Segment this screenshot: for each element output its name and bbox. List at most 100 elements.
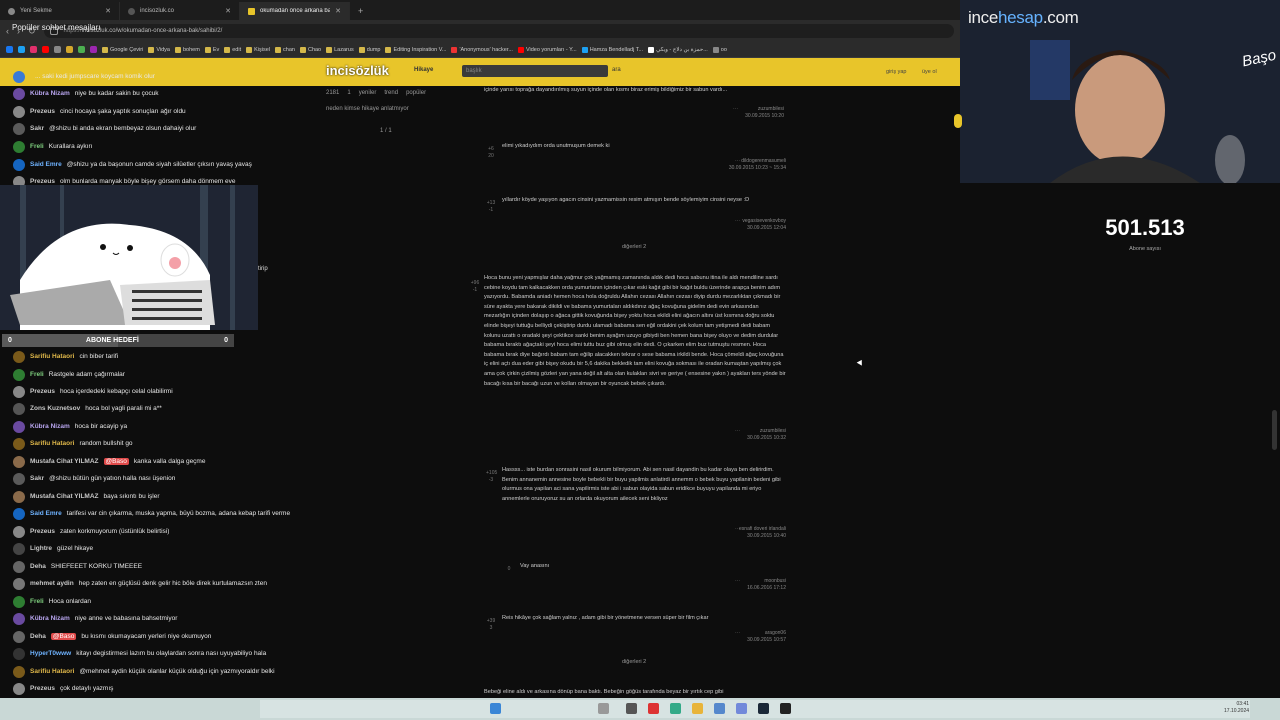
avatar[interactable]	[13, 630, 25, 643]
avatar[interactable]	[13, 577, 25, 590]
tab-popular[interactable]: popüler	[406, 90, 426, 96]
chat-username[interactable]: Deha	[30, 633, 46, 640]
close-icon[interactable]: ✕	[335, 7, 341, 15]
vote-count[interactable]: +13 -1	[486, 200, 496, 214]
avatar[interactable]	[13, 665, 25, 678]
chat-username[interactable]: Zons Kuznetsov	[30, 405, 80, 412]
bookmark-icon[interactable]	[90, 46, 97, 53]
chat-username[interactable]: Freli	[30, 143, 44, 150]
chat-mention[interactable]: @Baso	[50, 633, 77, 640]
avatar[interactable]	[13, 122, 25, 135]
tab-trend[interactable]: trend	[384, 90, 398, 96]
obs-icon[interactable]	[780, 703, 791, 714]
close-icon[interactable]: ✕	[105, 7, 111, 15]
avatar[interactable]	[13, 350, 25, 363]
more-icon[interactable]: ···	[735, 218, 740, 225]
search-icon[interactable]	[598, 703, 609, 714]
search-input[interactable]: başlık	[462, 65, 608, 77]
avatar[interactable]	[13, 560, 25, 573]
avatar[interactable]	[13, 525, 25, 538]
app-icon[interactable]	[714, 703, 725, 714]
vote-count[interactable]: 0	[504, 566, 514, 573]
avatar[interactable]	[13, 368, 25, 381]
chat-username[interactable]: Freli	[30, 598, 44, 605]
entry-author[interactable]: zuzumbilesi	[745, 106, 784, 113]
tab-new[interactable]: Yeni Sekme ✕	[0, 2, 120, 20]
more-icon[interactable]: ···	[735, 630, 740, 637]
chat-username[interactable]: Sakr	[30, 125, 44, 132]
chat-mention[interactable]: @Baso	[103, 458, 129, 465]
tab-count[interactable]: 1	[347, 90, 350, 96]
bookmark-item[interactable]: Google Çeviri	[102, 46, 143, 53]
windows-start-icon[interactable]	[490, 703, 501, 714]
bookmark-item[interactable]: dump	[358, 46, 380, 53]
topic-link[interactable]: neden kimse hikaye anlatmıyor	[326, 106, 456, 112]
url-field[interactable]: https://incisozluk.co/w/okumadan-once-ar…	[43, 24, 954, 38]
chat-username[interactable]: Said Emre	[30, 510, 62, 517]
bookmark-item[interactable]: Hamza Bendelladj T...	[581, 46, 643, 53]
login-link[interactable]: giriş yap	[886, 69, 906, 75]
avatar[interactable]	[13, 682, 25, 695]
scrollbar[interactable]	[1272, 410, 1277, 450]
chat-username[interactable]: Mustafa Cihat YILMAZ	[30, 458, 99, 465]
task-view-icon[interactable]	[626, 703, 637, 714]
chat-username[interactable]: Mustafa Cihat YILMAZ	[30, 493, 99, 500]
avatar[interactable]	[13, 612, 25, 625]
bookmark-item[interactable]: Lazarus	[326, 46, 354, 53]
more-icon[interactable]: ···	[735, 428, 740, 435]
chat-username[interactable]: HyperT0www	[30, 650, 71, 657]
bookmark-item[interactable]: Kişisel	[246, 46, 270, 53]
bookmark-item[interactable]: chan	[275, 46, 295, 53]
chat-username[interactable]: Prezeus	[30, 528, 55, 535]
chat-username[interactable]: Lightre	[30, 545, 52, 552]
avatar[interactable]	[13, 87, 25, 100]
chat-username[interactable]: Kübra Nizam	[30, 90, 70, 97]
twitter-icon[interactable]	[18, 46, 25, 53]
bookmark-icon[interactable]	[54, 46, 61, 53]
bookmark-item[interactable]: Vidya	[148, 46, 170, 53]
avatar[interactable]	[13, 455, 25, 468]
chat-username[interactable]: Kübra Nizam	[30, 615, 70, 622]
register-link[interactable]: üye ol	[922, 69, 937, 75]
chat-username[interactable]: Sakr	[30, 475, 44, 482]
bookmark-item[interactable]: oo	[712, 46, 727, 53]
avatar[interactable]	[13, 472, 25, 485]
chat-username[interactable]: Prezeus	[30, 388, 55, 395]
chat-username[interactable]: Sarifiu Hataori	[30, 668, 74, 675]
bookmark-item[interactable]: Chao	[299, 46, 321, 53]
more-icon[interactable]: ···	[735, 526, 740, 533]
back-button[interactable]: ‹	[6, 26, 9, 36]
tab-new-entries[interactable]: yeniler	[359, 90, 377, 96]
close-icon[interactable]: ✕	[225, 7, 231, 15]
avatar[interactable]	[13, 507, 25, 520]
avatar[interactable]	[13, 402, 25, 415]
steam-icon[interactable]	[758, 703, 769, 714]
avatar[interactable]	[13, 542, 25, 555]
avatar[interactable]	[13, 647, 25, 660]
bookmark-item[interactable]: Editing Inspiration V...	[385, 46, 446, 53]
entry-author[interactable]: esnafi doveri irlandali	[739, 526, 786, 533]
discord-icon[interactable]	[736, 703, 747, 714]
side-tab-icon[interactable]	[954, 114, 962, 128]
chat-username[interactable]: Sarifiu Hataori	[30, 440, 74, 447]
avatar[interactable]	[13, 490, 25, 503]
chat-username[interactable]: Said Emre	[30, 161, 62, 168]
avatar[interactable]	[13, 385, 25, 398]
chat-username[interactable]: Prezeus	[30, 108, 55, 115]
vote-count[interactable]: +6 20	[486, 146, 496, 160]
app-icon[interactable]	[670, 703, 681, 714]
pagination[interactable]: 1 / 1	[380, 128, 456, 134]
entry-author[interactable]: moonbusi	[747, 578, 786, 585]
new-tab-button[interactable]: +	[350, 2, 371, 20]
chat-username[interactable]: Freli	[30, 371, 44, 378]
site-logo[interactable]: incisözlük	[326, 63, 389, 78]
story-link[interactable]: Hikaye	[414, 67, 433, 73]
bookmark-icon[interactable]	[78, 46, 85, 53]
more-icon[interactable]: ···	[733, 106, 738, 113]
chat-username[interactable]: Prezeus	[30, 178, 55, 185]
entry-author[interactable]: vegasisevenkovboy	[742, 218, 786, 225]
bookmark-icon[interactable]	[66, 46, 73, 53]
more-replies-link[interactable]: diğerleri 2	[622, 658, 646, 668]
bookmark-item[interactable]: edit	[224, 46, 241, 53]
chrome-icon[interactable]	[648, 703, 659, 714]
